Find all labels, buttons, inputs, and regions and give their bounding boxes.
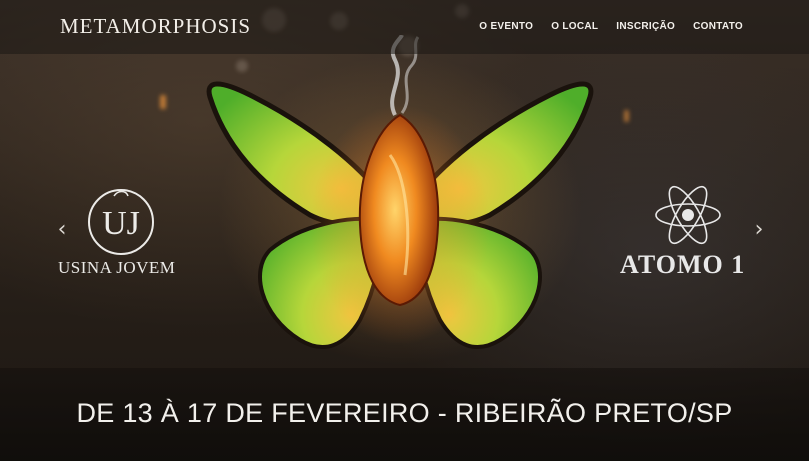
- nav-link-inscricao[interactable]: INSCRIÇÃO: [616, 21, 675, 32]
- usina-jovem-wordmark: USINA JOVEM: [58, 258, 176, 277]
- main-menu: O EVENTO O LOCAL INSCRIÇÃO CONTATO: [479, 21, 743, 32]
- ember: [160, 95, 166, 109]
- nav-link-contato[interactable]: CONTATO: [693, 21, 743, 32]
- site-logo[interactable]: METAMORPHOSIS: [60, 14, 251, 39]
- event-dates-text: DE 13 À 17 DE FEVEREIRO - RIBEIRÃO PRETO…: [76, 398, 733, 428]
- ember: [624, 110, 629, 122]
- atom-icon: [655, 185, 721, 245]
- chevron-right-icon[interactable]: ›: [749, 218, 769, 242]
- atomo-1-wordmark: ATOMO 1: [620, 250, 746, 279]
- usina-jovem-monogram: UJ: [102, 205, 140, 242]
- butterfly-chrysalis-illustration: [206, 35, 594, 350]
- nav-link-o-evento[interactable]: O EVENTO: [479, 21, 533, 32]
- top-navigation-bar: METAMORPHOSIS O EVENTO O LOCAL INSCRIÇÃO…: [0, 0, 809, 54]
- nav-link-o-local[interactable]: O LOCAL: [551, 21, 598, 32]
- hero-carousel: METAMORPHOSIS O EVENTO O LOCAL INSCRIÇÃO…: [0, 0, 809, 461]
